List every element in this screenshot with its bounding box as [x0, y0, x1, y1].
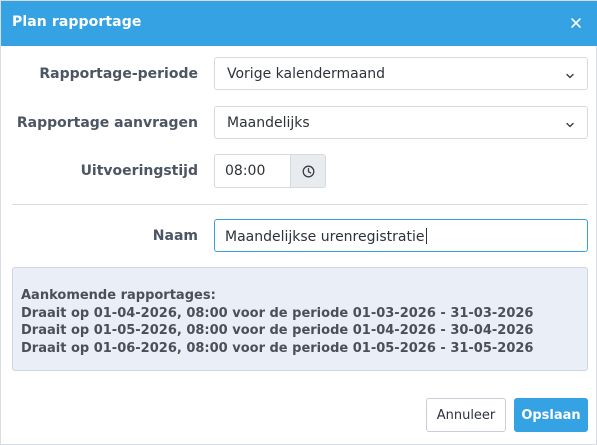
chevron-down-icon	[565, 69, 575, 79]
plan-report-dialog: Plan rapportage Rapportage-periode Vorig…	[0, 0, 597, 445]
save-button[interactable]: Opslaan	[514, 398, 588, 432]
time-picker-button[interactable]	[290, 154, 326, 188]
upcoming-report-item: Draait op 01-05-2026, 08:00 voor de peri…	[21, 323, 534, 338]
cancel-button[interactable]: Annuleer	[426, 398, 506, 432]
upcoming-reports-panel: Aankomende rapportages: Draait op 01-04-…	[12, 267, 588, 371]
close-icon[interactable]	[568, 15, 584, 31]
time-label: Uitvoeringstijd	[80, 163, 198, 179]
name-label: Naam	[152, 228, 198, 244]
name-input[interactable]: Maandelijkse urenregistratie	[214, 219, 588, 252]
dialog-header: Plan rapportage	[1, 1, 597, 46]
name-input-value: Maandelijkse urenregistratie	[225, 229, 425, 245]
upcoming-report-item: Draait op 01-06-2026, 08:00 voor de peri…	[21, 340, 534, 356]
frequency-label: Rapportage aanvragen	[16, 115, 198, 131]
chevron-down-icon	[565, 118, 575, 128]
period-select[interactable]: Vorige kalendermaand	[214, 57, 588, 90]
time-input[interactable]: 08:00	[214, 154, 290, 188]
dialog-title: Plan rapportage	[12, 14, 142, 30]
upcoming-report-item: Draait op 01-04-2026, 08:00 voor de peri…	[21, 305, 534, 321]
period-select-value: Vorige kalendermaand	[227, 66, 386, 82]
frequency-select-value: Maandelijks	[227, 115, 310, 131]
clock-icon	[302, 165, 315, 178]
text-caret	[425, 228, 427, 244]
frequency-select[interactable]: Maandelijks	[214, 106, 588, 139]
upcoming-reports-heading: Aankomende rapportages:	[21, 288, 216, 303]
divider	[12, 204, 588, 205]
period-label: Rapportage-periode	[39, 66, 198, 82]
